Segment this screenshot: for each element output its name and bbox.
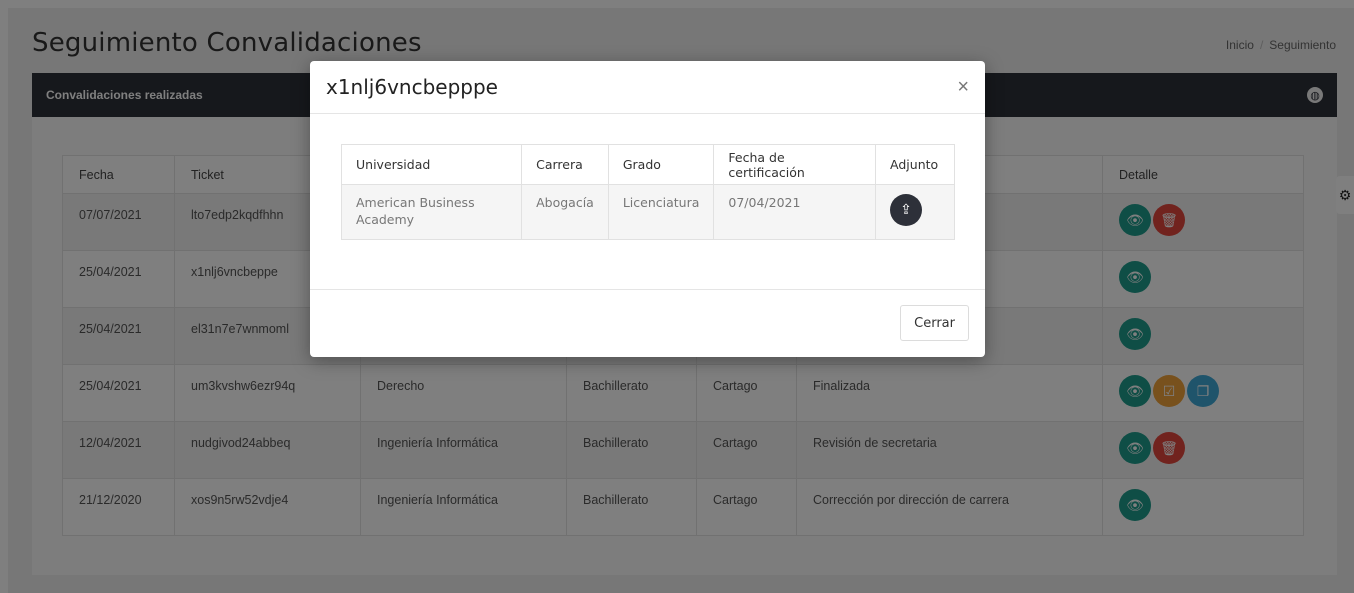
cell-universidad: American Business Academy xyxy=(340,184,523,240)
cell-grado: Licenciatura xyxy=(607,184,715,240)
attachment-button[interactable]: ⇪ xyxy=(890,194,923,226)
modal-body: Universidad Carrera Grado Fecha de certi… xyxy=(310,114,985,290)
modal-footer: Cerrar xyxy=(310,290,985,356)
cell-fecha: 07/04/2021 xyxy=(713,184,877,240)
modal-title: x1nlj6vncbepppe xyxy=(326,75,498,99)
col-grado: Grado xyxy=(607,144,715,185)
cell-carrera: Abogacía xyxy=(521,184,609,240)
ticket-detail-modal: x1nlj6vncbepppe × Universidad Carrera Gr… xyxy=(310,61,985,357)
col-universidad: Universidad xyxy=(340,144,523,185)
cell-adjunto: ⇪ xyxy=(875,184,955,240)
cerrar-button[interactable]: Cerrar xyxy=(900,305,969,341)
col-fecha-certificacion: Fecha de certificación xyxy=(713,144,877,185)
modal-header: x1nlj6vncbepppe × xyxy=(310,61,985,114)
certification-table: Universidad Carrera Grado Fecha de certi… xyxy=(340,144,955,240)
col-carrera: Carrera xyxy=(521,144,609,185)
close-icon[interactable]: × xyxy=(957,77,969,97)
table-row: American Business Academy Abogacía Licen… xyxy=(340,184,955,240)
upload-icon: ⇪ xyxy=(900,201,912,218)
col-adjunto: Adjunto xyxy=(875,144,955,185)
